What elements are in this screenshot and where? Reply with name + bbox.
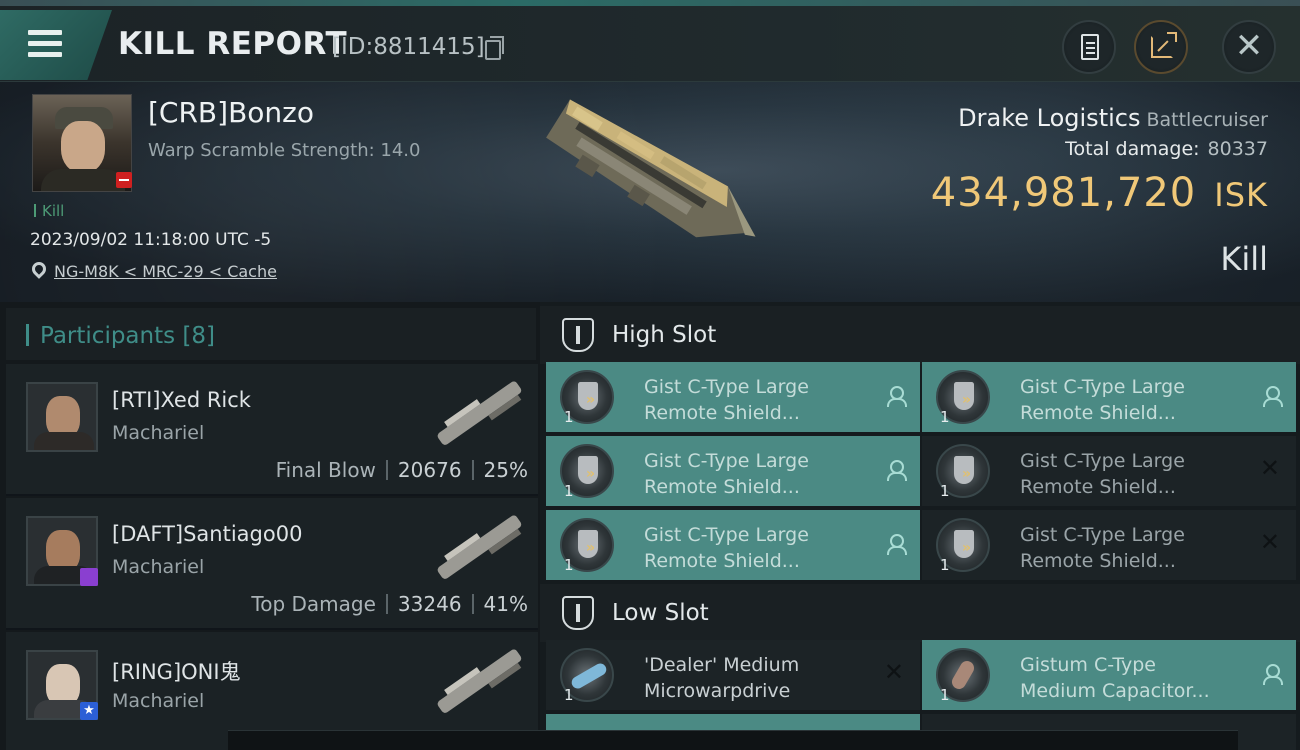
location-pin-icon [29,259,49,279]
participant-ship-image [437,515,522,579]
destroyed-x-icon: ✕ [1259,454,1280,482]
participant-row[interactable]: [RTI]Xed Rick Machariel Final Blow 20676 2… [6,364,538,496]
module-slot[interactable]: 1 'Dealer' Medium Microwarpdrive ✕ [546,640,920,710]
module-quantity: 1 [940,408,950,426]
warp-scramble-strength: Warp Scramble Strength: 14.0 [148,140,421,161]
low-slot-label: Low Slot [612,600,709,626]
module-quantity: 1 [940,686,950,704]
fitting-panel: High Slot » 1 Gist C-Type Large Remote Sh… [540,302,1300,750]
star-badge-icon: ★ [80,702,98,720]
clipboard-button[interactable] [1062,20,1116,74]
clipboard-icon [1081,34,1099,60]
module-slot[interactable]: » 1 Gist C-Type Large Remote Shield... [922,362,1296,432]
participants-panel: Participants [8] [RTI]Xed Rick Machariel… [0,302,540,750]
module-name: Gist C-Type Large Remote Shield... [1020,450,1185,498]
module-name: Gist C-Type Large Remote Shield... [644,450,809,498]
pilot-icon [1262,386,1283,407]
high-slot-icon [562,318,594,352]
isk-value: 434,981,720 ISK [931,170,1268,216]
participants-title: Participants [8] [40,323,216,349]
module-slot[interactable]: » 1 Gist C-Type Large Remote Shield... [546,510,920,580]
module-quantity: 1 [564,408,574,426]
module-name: Gist C-Type Large Remote Shield... [644,524,809,572]
total-damage-value: 80337 [1207,138,1268,160]
kill-count: Kill [34,202,64,220]
victim-ship-name[interactable]: Drake Logistics Battlecruiser [958,104,1268,132]
low-slot-icon [562,596,594,630]
module-name: Gist C-Type Large Remote Shield... [1020,376,1185,424]
ship-class: Battlecruiser [1146,109,1268,131]
module-quantity: 1 [564,686,574,704]
module-quantity: 1 [564,482,574,500]
pilot-icon [886,534,907,555]
page-title: KILL REPORT [118,26,348,62]
hostile-badge-icon [116,172,132,188]
damage-value: 33246 [397,592,462,616]
participant-ship: Machariel [112,422,205,444]
module-quantity: 1 [564,556,574,574]
participant-portrait [26,382,98,452]
stat-label: Final Blow [275,458,376,482]
pilot-icon [886,460,907,481]
module-slot[interactable]: 1 Gistum C-Type Medium Capacitor... [922,640,1296,710]
kill-location-link[interactable]: NG-M8K < MRC-29 < Cache [54,262,277,281]
close-button[interactable]: ✕ [1222,20,1276,74]
participant-name: [RTI]Xed Rick [112,388,251,412]
copy-icon[interactable] [485,36,504,60]
corp-role-badge-icon [80,568,98,586]
participants-header: Participants [8] [6,308,536,360]
module-name: Gist C-Type Large Remote Shield... [1020,524,1185,572]
participant-ship: Machariel [112,556,205,578]
result-label: Kill [1220,240,1268,278]
module-slot[interactable]: » 1 Gist C-Type Large Remote Shield... ✕ [922,510,1296,580]
damage-percent: 41% [483,592,528,616]
participant-row[interactable]: [DAFT]Santiago00 Machariel Top Damage 332… [6,498,538,630]
module-name: 'Dealer' Medium Microwarpdrive [644,654,800,702]
stat-label: Top Damage [251,592,376,616]
module-quantity: 1 [940,556,950,574]
total-damage-label: Total damage: [1065,138,1200,160]
isk-amount: 434,981,720 [930,170,1197,216]
destroyed-x-icon: ✕ [1259,528,1280,556]
destroyed-x-icon: ✕ [883,658,904,686]
kill-timestamp: 2023/09/02 11:18:00 UTC -5 [30,230,272,250]
module-name: Gistum C-Type Medium Capacitor... [1020,654,1210,702]
damage-percent: 25% [483,458,528,482]
total-damage: Total damage: 80337 [1065,138,1268,160]
pilot-icon [1262,664,1283,685]
bottom-bar [228,730,1238,750]
victim-ship-image [546,99,756,238]
module-slot[interactable]: » 1 Gist C-Type Large Remote Shield... ✕ [922,436,1296,506]
close-icon: ✕ [1234,26,1264,66]
participant-stats: Final Blow 20676 25% [276,458,528,482]
participant-stats: Top Damage 33246 41% [251,592,528,616]
hamburger-icon [28,30,62,58]
header-bar: KILL REPORT [ID:8811415] ✕ [0,6,1300,82]
high-slot-label: High Slot [612,322,717,348]
ship-name-text: Drake Logistics [958,104,1141,132]
module-name: Gist C-Type Large Remote Shield... [644,376,809,424]
participant-name: [RING]ONI鬼 [112,660,241,684]
participant-ship-image [437,649,522,713]
share-icon [1151,32,1177,58]
module-quantity: 1 [940,482,950,500]
isk-unit: ISK [1214,176,1268,214]
participant-ship-image [437,381,522,445]
module-slot[interactable]: » 1 Gist C-Type Large Remote Shield... [546,362,920,432]
module-slot[interactable]: » 1 Gist C-Type Large Remote Shield... [546,436,920,506]
pilot-icon [886,386,907,407]
report-id: [ID:8811415] [332,34,485,60]
share-button[interactable] [1134,20,1188,74]
participant-name: [DAFT]Santiago00 [112,522,303,546]
victim-banner: [CRB]Bonzo Warp Scramble Strength: 14.0 … [0,82,1300,302]
menu-button[interactable] [0,10,112,80]
damage-value: 20676 [397,458,462,482]
participant-ship: Machariel [112,690,205,712]
high-slot-header: High Slot [540,306,1300,364]
victim-name[interactable]: [CRB]Bonzo [148,96,314,129]
low-slot-header: Low Slot [540,584,1300,642]
